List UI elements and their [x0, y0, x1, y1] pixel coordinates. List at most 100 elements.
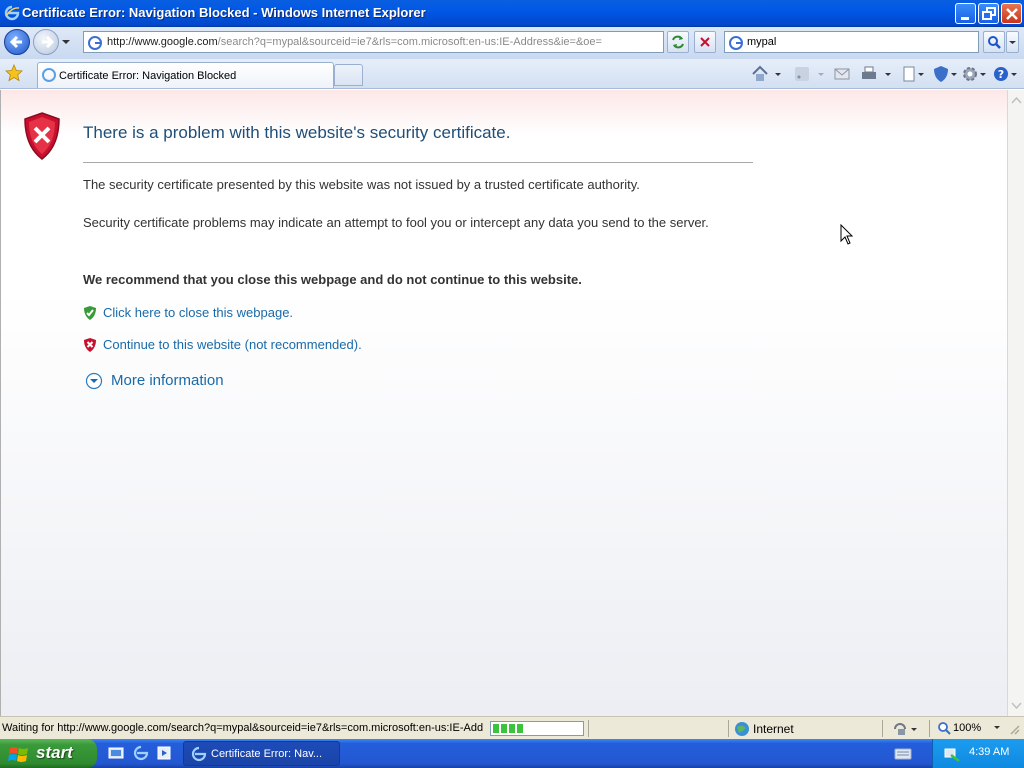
refresh-icon [672, 35, 684, 49]
recommendation-text: We recommend that you close this webpage… [83, 272, 582, 287]
protected-mode-icon[interactable] [892, 721, 920, 737]
status-separator [728, 720, 729, 737]
google-favicon-icon [88, 36, 102, 50]
mouse-pointer-icon [840, 224, 854, 245]
search-options-button[interactable] [1006, 31, 1019, 53]
taskbar: start Certificate Error: Nav... 4:39 AM [0, 739, 1024, 768]
help-dropdown-icon[interactable] [1010, 64, 1018, 84]
stop-icon [700, 37, 710, 47]
read-mail-icon[interactable] [832, 64, 852, 84]
status-separator [929, 720, 930, 737]
stop-button[interactable] [694, 31, 716, 53]
forward-arrow-icon [42, 35, 55, 49]
chevron-down-icon [1009, 41, 1016, 44]
tools-gear-icon[interactable] [960, 64, 980, 84]
green-shield-check-icon [84, 306, 96, 320]
expand-circle-icon [85, 372, 103, 390]
close-icon [1006, 8, 1018, 20]
search-input[interactable]: mypal [747, 36, 776, 48]
new-tab-button[interactable] [334, 64, 363, 86]
internet-explorer-quicklaunch-icon[interactable] [133, 745, 149, 761]
page-content: There is a problem with this website's s… [0, 90, 1007, 716]
status-message: Waiting for http://www.google.com/search… [2, 722, 484, 734]
back-button[interactable] [4, 29, 30, 55]
system-tray: 4:39 AM [932, 739, 1024, 768]
forward-button[interactable] [33, 29, 59, 55]
zoom-dropdown-icon[interactable] [993, 725, 1001, 731]
more-information-toggle[interactable]: More information [85, 372, 224, 392]
start-button[interactable]: start [0, 739, 97, 768]
close-window-button[interactable] [1001, 3, 1022, 24]
back-arrow-icon [9, 35, 22, 49]
start-label: start [36, 743, 73, 762]
safety-shield-icon[interactable] [931, 64, 951, 84]
print-icon[interactable] [859, 64, 879, 84]
navigation-bar: http://www.google.com/search?q=mypal&sou… [0, 27, 1024, 59]
search-box[interactable]: mypal [724, 31, 979, 53]
recent-pages-dropdown-icon[interactable] [61, 39, 71, 45]
ie-task-icon [191, 746, 207, 762]
zoom-level: 100% [953, 722, 982, 734]
scroll-down-icon[interactable] [1010, 699, 1023, 712]
search-icon [988, 36, 1001, 49]
loading-spinner-icon [42, 68, 56, 82]
page-icon[interactable] [899, 64, 919, 84]
tab-certificate-error[interactable]: Certificate Error: Navigation Blocked [37, 62, 334, 88]
home-dropdown-icon[interactable] [774, 64, 782, 84]
vertical-scrollbar[interactable] [1007, 90, 1024, 716]
ie-logo-icon [4, 5, 20, 21]
certificate-warning-text: Security certificate problems may indica… [83, 215, 709, 230]
taskbar-task-label: Certificate Error: Nav... [211, 748, 323, 760]
home-icon[interactable] [750, 64, 770, 84]
address-bar[interactable]: http://www.google.com/search?q=mypal&sou… [83, 31, 664, 53]
feeds-dropdown-icon[interactable] [817, 64, 825, 84]
error-shield-icon [24, 112, 60, 160]
title-bar[interactable]: Certificate Error: Navigation Blocked - … [0, 0, 1024, 27]
windows-logo-icon [8, 747, 28, 762]
security-zone[interactable]: Internet [734, 721, 794, 740]
address-path: /search?q=mypal&sourceid=ie7&rls=com.mic… [217, 36, 602, 48]
help-icon[interactable]: ? [991, 64, 1011, 84]
clock: 4:39 AM [969, 746, 1010, 758]
window-title: Certificate Error: Navigation Blocked - … [22, 5, 426, 20]
show-desktop-icon[interactable] [108, 745, 124, 761]
ie-window: Certificate Error: Navigation Blocked - … [0, 0, 1024, 739]
zone-label: Internet [753, 722, 794, 736]
media-player-icon[interactable] [156, 745, 172, 761]
continue-to-website-link[interactable]: Continue to this website (not recommende… [103, 337, 362, 352]
more-information-link[interactable]: More information [111, 372, 224, 389]
refresh-button[interactable] [667, 31, 689, 53]
status-bar: Waiting for http://www.google.com/search… [0, 716, 1024, 739]
globe-icon [735, 722, 749, 736]
close-webpage-link[interactable]: Click here to close this webpage. [103, 305, 293, 320]
google-search-provider-icon [729, 36, 743, 50]
address-url: http://www.google.com/search?q=mypal&sou… [107, 36, 602, 48]
status-separator [882, 720, 883, 737]
search-button[interactable] [983, 31, 1005, 53]
keyboard-icon[interactable] [894, 747, 912, 761]
page-dropdown-icon[interactable] [917, 64, 925, 84]
divider [83, 162, 753, 163]
favorites-star-icon[interactable] [5, 64, 23, 82]
network-tray-icon[interactable] [943, 745, 961, 763]
progress-fill [493, 724, 524, 733]
svg-text:?: ? [998, 68, 1004, 81]
minimize-icon [961, 17, 969, 20]
scroll-up-icon[interactable] [1010, 94, 1023, 107]
resize-grip-icon[interactable] [1008, 723, 1020, 735]
certificate-issue-text: The security certificate presented by th… [83, 177, 640, 192]
minimize-button[interactable] [955, 3, 976, 24]
page-title: There is a problem with this website's s… [83, 123, 511, 142]
tab-bar: Certificate Error: Navigation Blocked ? [0, 59, 1024, 89]
tools-dropdown-icon[interactable] [979, 64, 987, 84]
address-host: http://www.google.com [107, 36, 218, 48]
zoom-control[interactable]: 100% [937, 721, 1000, 738]
tab-label: Certificate Error: Navigation Blocked [59, 70, 237, 82]
taskbar-ie-window-button[interactable]: Certificate Error: Nav... [183, 741, 340, 766]
red-shield-x-icon [84, 338, 96, 352]
feeds-icon[interactable] [792, 64, 812, 84]
restore-button[interactable] [978, 3, 999, 24]
print-dropdown-icon[interactable] [884, 64, 892, 84]
restore-icon [982, 7, 996, 20]
safety-dropdown-icon[interactable] [950, 64, 958, 84]
